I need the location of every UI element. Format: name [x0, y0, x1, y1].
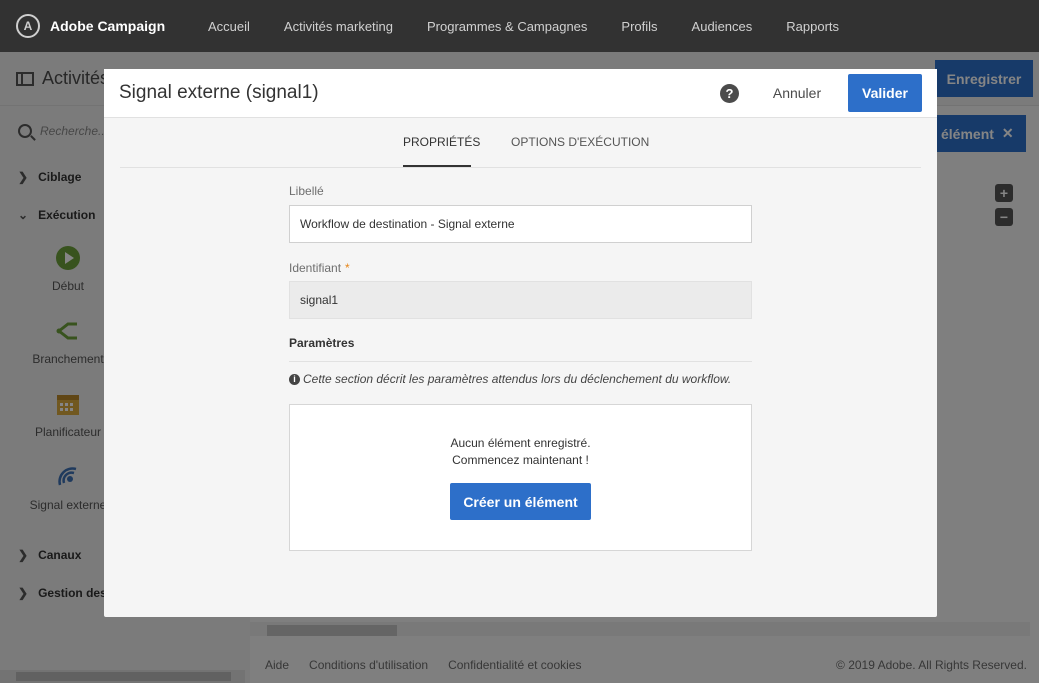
nav-audiences[interactable]: Audiences: [692, 19, 753, 34]
tab-proprietes[interactable]: PROPRIÉTÉS: [403, 135, 480, 149]
parameters-empty-state: Aucun élément enregistré. Commencez main…: [289, 404, 752, 551]
validate-button[interactable]: Valider: [848, 74, 922, 112]
dialog-title: Signal externe (signal1): [119, 82, 319, 103]
empty-line-1: Aucun élément enregistré.: [450, 436, 591, 450]
label-field-label: Libellé: [289, 184, 324, 198]
parameters-info-text: Cette section décrit les paramètres atte…: [303, 372, 732, 386]
dialog-tabs: PROPRIÉTÉS OPTIONS D'EXÉCUTION: [120, 118, 921, 168]
identifier-label-text: Identifiant: [289, 261, 342, 275]
section-divider: [289, 361, 752, 362]
identifier-field-label: Identifiant *: [289, 261, 350, 275]
nav-profils[interactable]: Profils: [621, 19, 657, 34]
label-input[interactable]: Workflow de destination - Signal externe: [289, 205, 752, 243]
brand-name: Adobe Campaign: [50, 18, 166, 34]
identifier-input: signal1: [289, 281, 752, 319]
nav-programmes-campagnes[interactable]: Programmes & Campagnes: [427, 19, 587, 34]
cancel-button[interactable]: Annuler: [764, 75, 830, 111]
top-navigation: A Adobe Campaign Accueil Activités marke…: [0, 0, 1039, 52]
brand[interactable]: A Adobe Campaign: [0, 14, 208, 38]
adobe-campaign-logo-icon: A: [16, 14, 40, 38]
dialog-header: Signal externe (signal1) ? Annuler Valid…: [104, 69, 937, 118]
nav-rapports[interactable]: Rapports: [786, 19, 839, 34]
active-tab-indicator: [403, 165, 471, 167]
required-mark: *: [345, 261, 350, 275]
empty-line-2: Commencez maintenant !: [452, 453, 589, 467]
nav-activites-marketing[interactable]: Activités marketing: [284, 19, 393, 34]
tab-options-execution[interactable]: OPTIONS D'EXÉCUTION: [511, 135, 649, 149]
parameters-info: i Cette section décrit les paramètres at…: [289, 372, 731, 386]
info-icon: i: [289, 373, 300, 385]
parameters-title: Paramètres: [289, 336, 355, 350]
help-icon[interactable]: ?: [720, 84, 739, 103]
nav-accueil[interactable]: Accueil: [208, 19, 250, 34]
external-signal-dialog: Signal externe (signal1) ? Annuler Valid…: [104, 69, 937, 617]
create-element-button[interactable]: Créer un élément: [450, 483, 591, 520]
